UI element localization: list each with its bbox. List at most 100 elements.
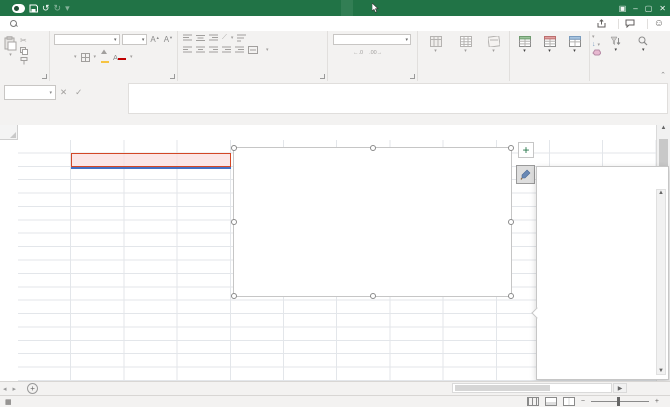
increase-font-icon[interactable]: A▲ <box>149 35 160 44</box>
select-all-corner[interactable] <box>0 125 18 140</box>
chart-handle[interactable] <box>369 293 376 299</box>
paste-icon <box>4 36 17 51</box>
align-left-icon[interactable] <box>183 46 192 54</box>
chart-handle[interactable] <box>508 219 514 225</box>
increase-decimal-icon[interactable]: ←.0 <box>353 50 363 56</box>
wrap-text-icon[interactable] <box>237 34 247 42</box>
font-color-icon[interactable]: A <box>113 53 127 61</box>
insert-cells-button[interactable]: ▾ <box>518 33 531 55</box>
scroll-down-icon[interactable]: ▼ <box>658 368 664 374</box>
sort-filter-button[interactable]: ▾ <box>603 33 629 58</box>
clear-button[interactable] <box>592 49 601 58</box>
share-icon <box>597 19 606 28</box>
horizontal-scrollbar[interactable] <box>452 383 612 393</box>
panel-scrollbar[interactable]: ▲ ▼ <box>656 189 666 375</box>
page-layout-view-button[interactable] <box>544 397 557 406</box>
delete-cells-button[interactable]: ▾ <box>543 33 556 55</box>
scroll-up-icon[interactable]: ▲ <box>658 190 664 196</box>
sheet-nav-right-icon[interactable]: ▸ <box>10 385 20 393</box>
decrease-font-icon[interactable]: A▼ <box>163 35 174 44</box>
cell-styles-button[interactable]: ▾ <box>481 33 507 55</box>
align-middle-icon[interactable] <box>196 34 205 42</box>
chart-source-range[interactable] <box>71 153 231 169</box>
font-name-select[interactable]: ▾ <box>54 34 120 45</box>
zoom-slider-thumb[interactable] <box>616 397 620 406</box>
cells-group: ▾ ▾ ▾ <box>510 31 590 81</box>
accessibility-status-icon[interactable]: ▦ <box>0 398 12 406</box>
sheet-nav-left-icon[interactable]: ◂ <box>0 385 10 393</box>
merge-center-icon[interactable] <box>248 46 258 54</box>
chart-object[interactable] <box>231 145 514 299</box>
delete-cells-icon <box>543 36 556 47</box>
cell-styles-icon <box>487 36 500 47</box>
user-avatar-icon[interactable]: ▣ <box>619 4 627 13</box>
hscroll-right-icon[interactable]: ▶ <box>613 383 627 393</box>
copy-icon[interactable] <box>20 47 28 55</box>
fill-button[interactable]: ↓ ▾ <box>592 41 601 48</box>
clipboard-group: ▾ ✂ <box>0 31 50 81</box>
font-dialog-launcher[interactable] <box>170 74 175 79</box>
mouse-cursor-icon <box>372 3 379 13</box>
autosum-button[interactable]: ▾ <box>592 33 601 40</box>
chart-styles-button[interactable] <box>516 165 535 184</box>
chart-tools-context-label[interactable] <box>341 0 353 16</box>
save-icon[interactable] <box>29 4 38 13</box>
toggle-dot-icon <box>14 5 19 11</box>
page-break-view-button[interactable] <box>562 397 575 406</box>
formula-input[interactable] <box>128 83 668 114</box>
borders-icon[interactable] <box>80 52 90 62</box>
minimize-button[interactable]: – <box>633 4 637 13</box>
name-box[interactable]: ▾ <box>4 85 56 100</box>
conditional-formatting-button[interactable]: ▾ <box>421 33 451 55</box>
close-button[interactable]: ✕ <box>659 4 666 13</box>
new-sheet-button[interactable]: + <box>27 383 39 394</box>
chart-handle[interactable] <box>369 145 376 151</box>
alignment-dialog-launcher[interactable] <box>320 74 325 79</box>
excel-window: ↺ ↻ ▾ ▣ – ▢ ✕ ☺ ▾ ✂ ▾ ▾ A▲ A▼ ▾ ▾ A ▾ ⟋ … <box>0 0 670 407</box>
number-dialog-launcher[interactable] <box>410 74 415 79</box>
number-format-select[interactable]: ▾ <box>333 34 411 45</box>
format-as-table-button[interactable]: ▾ <box>452 33 480 55</box>
chart-handle[interactable] <box>231 145 237 151</box>
orientation-icon[interactable]: ⟋ <box>222 34 227 42</box>
autosave-toggle[interactable] <box>12 3 25 13</box>
align-bottom-icon[interactable] <box>209 34 218 42</box>
normal-view-button[interactable] <box>526 397 539 406</box>
formula-bar: ▾ ✕ ✓ <box>0 81 670 125</box>
paste-button[interactable]: ▾ <box>4 33 17 65</box>
search-box[interactable] <box>10 20 21 27</box>
format-painter-icon[interactable] <box>20 57 28 65</box>
maximize-button[interactable]: ▢ <box>645 4 653 13</box>
ribbon-home: ▾ ✂ ▾ ▾ A▲ A▼ ▾ ▾ A ▾ ⟋ ▾ ▾ ▾ ←.0 .00→ ▾… <box>0 31 670 82</box>
align-right-icon[interactable] <box>209 46 218 54</box>
chart-handle[interactable] <box>508 145 514 151</box>
styles-group: ▾ ▾ ▾ <box>418 31 510 81</box>
undo-icon[interactable]: ↺ <box>42 3 50 13</box>
cancel-formula-icon[interactable]: ✕ <box>60 87 67 98</box>
zoom-in-button[interactable]: + <box>655 398 659 405</box>
quick-access-caret-icon[interactable]: ▾ <box>65 3 70 13</box>
align-top-icon[interactable] <box>183 34 192 42</box>
find-select-button[interactable]: ▾ <box>631 33 657 58</box>
comments-icon <box>625 19 635 28</box>
format-cells-button[interactable]: ▾ <box>568 33 581 55</box>
align-center-icon[interactable] <box>196 46 205 54</box>
decrease-indent-icon[interactable] <box>222 46 231 54</box>
zoom-out-button[interactable]: − <box>581 398 585 405</box>
clipboard-dialog-launcher[interactable] <box>42 74 47 79</box>
redo-icon[interactable]: ↻ <box>54 3 62 13</box>
chart-elements-button[interactable]: + <box>518 142 534 158</box>
feedback-smiley-icon[interactable]: ☺ <box>654 18 664 29</box>
cut-icon[interactable]: ✂ <box>20 36 28 45</box>
fill-color-icon[interactable] <box>100 49 109 65</box>
enter-formula-icon[interactable]: ✓ <box>75 87 82 98</box>
collapse-ribbon-icon[interactable]: ⌃ <box>660 71 666 79</box>
chart-handle[interactable] <box>508 293 514 299</box>
chart-handle[interactable] <box>231 219 237 225</box>
horizontal-scroll-thumb[interactable] <box>455 385 550 391</box>
zoom-slider[interactable] <box>590 397 649 406</box>
font-size-select[interactable]: ▾ <box>121 34 148 45</box>
chart-handle[interactable] <box>231 293 237 299</box>
increase-indent-icon[interactable] <box>235 46 244 54</box>
decrease-decimal-icon[interactable]: .00→ <box>369 50 382 56</box>
